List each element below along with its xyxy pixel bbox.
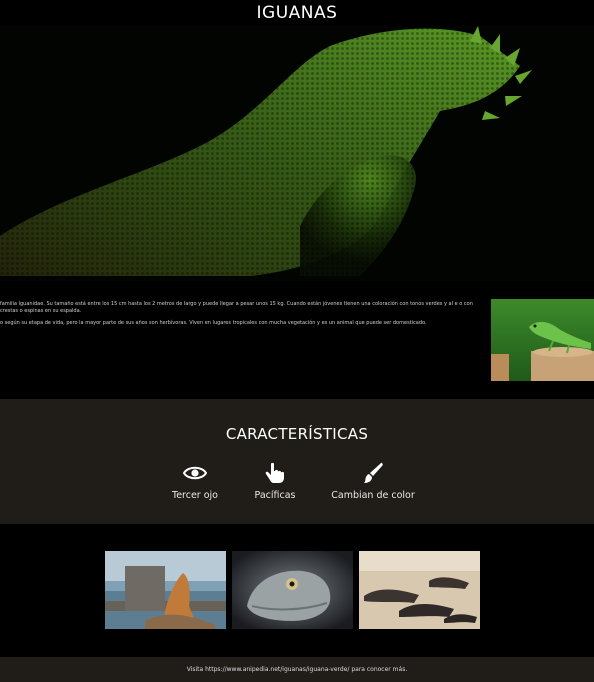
features-title: CARACTERÍSTICAS <box>225 425 369 443</box>
eye-icon <box>183 466 207 480</box>
gallery-photo-iguanas-beach <box>359 551 480 629</box>
hero-image <box>0 26 594 281</box>
intro-section: familia Iguanidae. Su tamaño está entre … <box>0 281 594 399</box>
site-footer: Visita https://www.anipedia.net/iguanas/… <box>0 657 594 682</box>
features-section: CARACTERÍSTICAS Tercer ojo Pacíficas Cam… <box>0 399 594 524</box>
green-lizard-image <box>491 299 594 381</box>
gallery-photo-iguana-dock <box>105 551 226 629</box>
feature-cambian-de-color: Cambian de color <box>313 462 433 501</box>
footer-text[interactable]: Visita https://www.anipedia.net/iguanas/… <box>187 666 407 673</box>
intro-paragraph: o según su etapa de vida, pero la mayor … <box>0 320 427 326</box>
hand-pointer-icon <box>265 462 284 483</box>
intro-text: familia Iguanidae. Su tamaño está entre … <box>0 301 476 332</box>
photo-gallery <box>0 524 594 657</box>
paintbrush-icon <box>364 462 383 483</box>
gallery-photo-iguana-head <box>232 551 353 629</box>
site-header: IGUANAS <box>0 0 594 26</box>
page-title: IGUANAS <box>256 3 338 23</box>
feature-label: Cambian de color <box>331 490 415 501</box>
intro-paragraph: familia Iguanidae. Su tamaño está entre … <box>0 301 473 314</box>
